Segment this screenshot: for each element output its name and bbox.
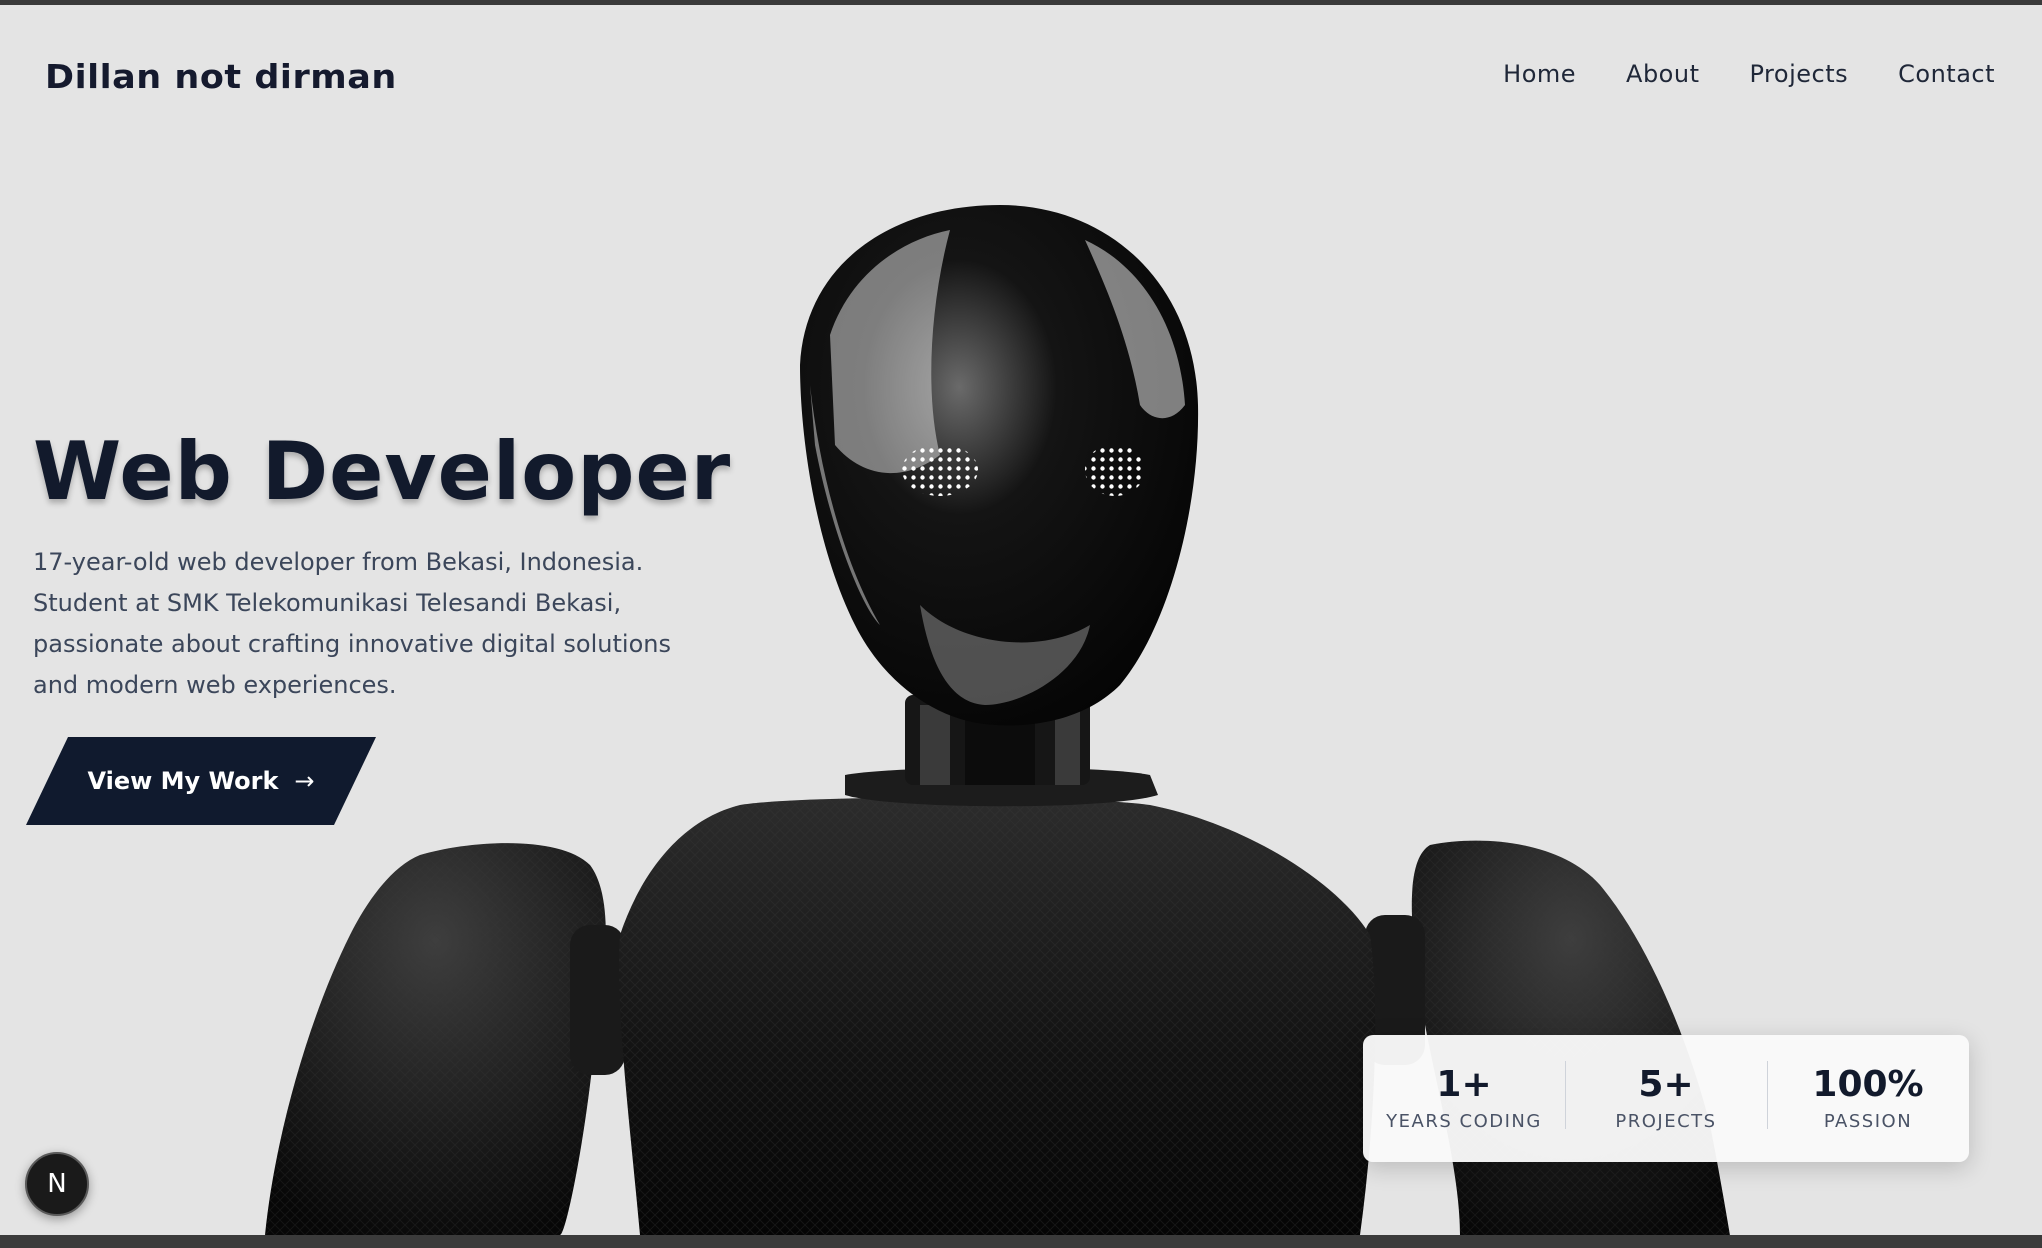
stat-value: 1+ xyxy=(1436,1064,1492,1105)
stat-value: 5+ xyxy=(1638,1064,1694,1105)
stat-label: YEARS CODING xyxy=(1386,1111,1542,1132)
main-nav: Home About Projects Contact xyxy=(1503,60,1995,88)
nav-contact-link[interactable]: Contact xyxy=(1898,60,1995,88)
stats-card: 1+ YEARS CODING 5+ PROJECTS 100% PASSION xyxy=(1363,1035,1969,1162)
n-logo-icon: N xyxy=(47,1169,67,1199)
nextjs-dev-badge[interactable]: N xyxy=(25,1152,89,1216)
view-my-work-button[interactable]: View My Work → xyxy=(26,737,376,825)
hero-description: 17-year-old web developer from Bekasi, I… xyxy=(33,548,671,699)
arrow-right-icon: → xyxy=(294,767,315,795)
stat-passion: 100% PASSION xyxy=(1767,1061,1969,1132)
stat-years-coding: 1+ YEARS CODING xyxy=(1363,1064,1565,1133)
page-viewport: Dillan not dirman Home About Projects Co… xyxy=(0,5,2042,1235)
stat-value: 100% xyxy=(1812,1064,1924,1105)
nav-about-link[interactable]: About xyxy=(1626,60,1699,88)
cta-label: View My Work xyxy=(87,767,279,795)
site-logo[interactable]: Dillan not dirman xyxy=(45,57,397,96)
stat-label: PROJECTS xyxy=(1615,1111,1717,1132)
stat-projects: 5+ PROJECTS xyxy=(1565,1061,1767,1132)
nav-projects-link[interactable]: Projects xyxy=(1750,60,1849,88)
window-bottom-edge xyxy=(0,1235,2042,1248)
stat-label: PASSION xyxy=(1823,1111,1913,1132)
hero-title: Web Developer xyxy=(33,425,732,518)
nav-home-link[interactable]: Home xyxy=(1503,60,1576,88)
